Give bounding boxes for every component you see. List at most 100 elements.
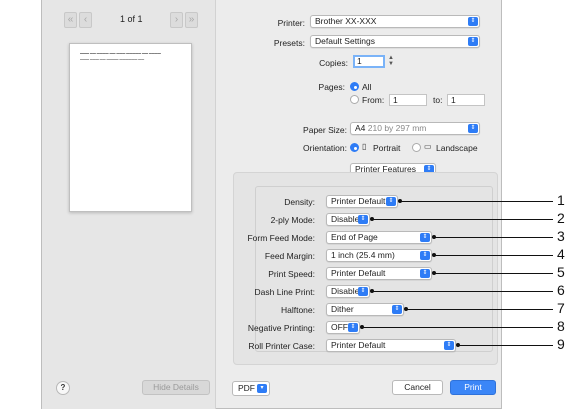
chevron-down-icon: ▾ xyxy=(257,384,267,393)
printer-label: Printer: xyxy=(277,18,305,28)
hide-details-button[interactable]: Hide Details xyxy=(142,380,210,395)
callout-number: 4 xyxy=(557,246,565,262)
callout-line xyxy=(434,237,553,238)
feature-select[interactable]: Printer Default ⇕ xyxy=(326,339,456,352)
pdf-menu-button[interactable]: PDF ▾ xyxy=(232,381,270,396)
settings-pane: Printer: Brother XX-XXX ⇕ Presets: Defau… xyxy=(217,0,503,409)
callout-line xyxy=(372,219,553,220)
portrait-icon: ▯ xyxy=(362,142,367,151)
callout-line xyxy=(406,309,553,310)
feature-value: Printer Default xyxy=(331,268,386,278)
callout-line xyxy=(458,345,553,346)
chevron-updown-icon: ⇕ xyxy=(358,215,368,224)
pages-to-label: to: xyxy=(433,95,443,105)
callout-number: 3 xyxy=(557,228,565,244)
portrait-radio[interactable] xyxy=(350,143,359,152)
preview-text-line: ▬▬▬ ▬▬▬ ▬▬ ▬▬▬▬ ▬▬▬▬▬▬ ▬▬ xyxy=(80,57,145,61)
feature-select[interactable]: End of Page ⇕ xyxy=(326,231,432,244)
feature-select[interactable]: 1 inch (25.4 mm) ⇕ xyxy=(326,249,432,262)
paper-size-select[interactable]: A4 210 by 297 mm ⇕ xyxy=(350,122,480,135)
callout-number: 6 xyxy=(557,282,565,298)
pages-all-radio[interactable] xyxy=(350,82,359,91)
feature-value: Printer Default xyxy=(331,196,386,206)
paper-size-value: A4 xyxy=(355,123,366,133)
feature-label: Negative Printing: xyxy=(247,323,315,333)
page-preview: ▬▬▬ ▬▬ ▬▬▬▬ ▬▬ ▬▬▬ ▬▬▬▬▬ ▬▬ ▬▬▬▬ ▬▬▬ ▬▬▬… xyxy=(69,43,192,212)
first-page-button[interactable]: « xyxy=(64,12,77,28)
callout-line xyxy=(400,201,553,202)
feature-label: Form Feed Mode: xyxy=(247,233,315,243)
feature-value: Printer Default xyxy=(331,340,386,350)
chevron-updown-icon: ⇕ xyxy=(358,287,368,296)
feature-label: Roll Printer Case: xyxy=(248,341,315,351)
feature-value: 1 inch (25.4 mm) xyxy=(331,250,395,260)
previous-page-button[interactable]: ‹ xyxy=(79,12,92,28)
feature-select[interactable]: Disable ⇕ xyxy=(326,213,370,226)
copies-label: Copies: xyxy=(319,58,348,68)
feature-label: Feed Margin: xyxy=(264,251,315,261)
page-indicator: 1 of 1 xyxy=(120,14,143,24)
feature-label: Print Speed: xyxy=(268,269,315,279)
pages-label: Pages: xyxy=(318,82,345,92)
help-button[interactable]: ? xyxy=(56,381,70,395)
print-button[interactable]: Print xyxy=(450,380,496,395)
feature-select[interactable]: Printer Default ⇕ xyxy=(326,267,432,280)
presets-select[interactable]: Default Settings ⇕ xyxy=(310,35,480,48)
pages-range-radio[interactable] xyxy=(350,95,359,104)
preview-pane: « ‹ 1 of 1 › » ▬▬▬ ▬▬ ▬▬▬▬ ▬▬ ▬▬▬ ▬▬▬▬▬ … xyxy=(42,0,216,409)
callout-number: 8 xyxy=(557,318,565,334)
feature-label: Halftone: xyxy=(280,305,315,315)
chevron-updown-icon: ⇕ xyxy=(420,233,430,242)
paper-size-detail: 210 by 297 mm xyxy=(367,123,427,133)
feature-value: End of Page xyxy=(331,232,378,242)
print-dialog: « ‹ 1 of 1 › » ▬▬▬ ▬▬ ▬▬▬▬ ▬▬ ▬▬▬ ▬▬▬▬▬ … xyxy=(41,0,502,409)
preview-text-line: ▬▬▬ ▬▬ ▬▬▬▬ ▬▬ ▬▬▬ ▬▬▬▬▬ ▬▬ ▬▬▬▬ xyxy=(80,51,161,55)
pages-from-label: From: xyxy=(362,95,385,105)
feature-select[interactable]: OFF ⇕ xyxy=(326,321,360,334)
pages-to-input[interactable]: 1 xyxy=(447,94,485,106)
chevron-updown-icon: ⇕ xyxy=(386,197,396,206)
landscape-label: Landscape xyxy=(436,143,478,153)
callout-line xyxy=(434,255,553,256)
last-page-button[interactable]: » xyxy=(185,12,198,28)
chevron-updown-icon: ⇕ xyxy=(444,341,454,350)
feature-label: 2-ply Mode: xyxy=(270,215,315,225)
callout-number: 5 xyxy=(557,264,565,280)
printer-value: Brother XX-XXX xyxy=(315,16,377,26)
orientation-label: Orientation: xyxy=(303,143,347,153)
feature-label: Density: xyxy=(284,197,315,207)
chevron-updown-icon: ⇕ xyxy=(348,323,358,332)
portrait-label: Portrait xyxy=(373,143,401,153)
chevron-updown-icon: ⇕ xyxy=(468,17,478,26)
feature-select[interactable]: Printer Default ⇕ xyxy=(326,195,398,208)
landscape-radio[interactable] xyxy=(412,143,421,152)
page-navigator: « ‹ 1 of 1 › » xyxy=(64,12,204,28)
feature-value: OFF xyxy=(331,322,348,332)
callout-line xyxy=(434,273,553,274)
pages-from-input[interactable]: 1 xyxy=(389,94,427,106)
callout-number: 7 xyxy=(557,300,565,316)
feature-value: Disable xyxy=(331,286,360,296)
chevron-updown-icon: ⇕ xyxy=(420,251,430,260)
pages-all-label: All xyxy=(362,82,372,92)
feature-select[interactable]: Disable ⇕ xyxy=(326,285,370,298)
feature-value: Disable xyxy=(331,214,360,224)
chevron-updown-icon: ⇕ xyxy=(420,269,430,278)
chevron-updown-icon: ⇕ xyxy=(468,124,478,133)
presets-value: Default Settings xyxy=(315,36,376,46)
copies-stepper[interactable]: ▲ ▼ xyxy=(387,55,395,68)
cancel-button[interactable]: Cancel xyxy=(392,380,443,395)
landscape-icon: ▭ xyxy=(424,142,432,151)
callout-number: 9 xyxy=(557,336,565,352)
callout-line xyxy=(362,327,553,328)
callout-number: 2 xyxy=(557,210,565,226)
feature-select[interactable]: Dither ⇕ xyxy=(326,303,404,316)
printer-select[interactable]: Brother XX-XXX ⇕ xyxy=(310,15,480,28)
feature-value: Dither xyxy=(331,304,354,314)
presets-label: Presets: xyxy=(273,38,305,48)
paper-size-label: Paper Size: xyxy=(303,125,347,135)
chevron-updown-icon: ⇕ xyxy=(468,37,478,46)
copies-input[interactable]: 1 xyxy=(353,55,385,68)
next-page-button[interactable]: › xyxy=(170,12,183,28)
feature-label: Dash Line Print: xyxy=(254,287,315,297)
